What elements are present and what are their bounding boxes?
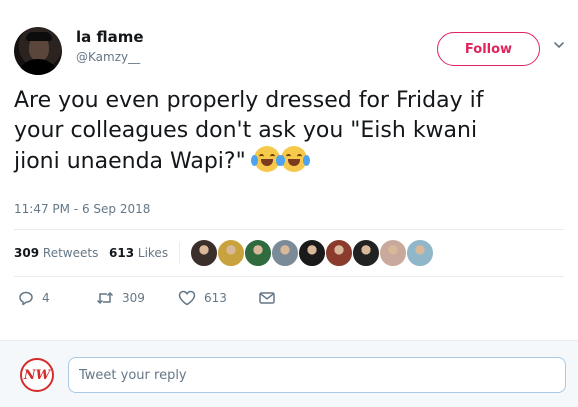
tweet-card: la flame @Kamzy__ Follow Are you even pr… xyxy=(0,0,578,340)
tweet-text: Are you even properly dressed for Friday… xyxy=(14,86,570,177)
heart-icon xyxy=(178,290,196,306)
retweets-label: Retweets xyxy=(42,246,99,260)
retweet-icon xyxy=(96,291,114,305)
likes-count: 613 xyxy=(109,246,135,260)
liker-avatar[interactable] xyxy=(190,239,218,267)
tweet-stats: 309 Retweets 613 Likes xyxy=(14,233,570,273)
liker-avatar[interactable] xyxy=(217,239,245,267)
envelope-icon xyxy=(259,292,275,304)
display-name[interactable]: la flame xyxy=(76,28,144,46)
user-avatar[interactable] xyxy=(14,27,62,75)
follow-button[interactable]: Follow xyxy=(437,32,540,66)
retweets-count: 309 xyxy=(14,246,40,260)
liker-avatar[interactable] xyxy=(271,239,299,267)
tweet-actions: 4 309 613 xyxy=(14,286,570,314)
tweet-text-line: jioni unaenda Wapi?" xyxy=(14,149,246,174)
tweet-text-line: Are you even properly dressed for Friday… xyxy=(14,88,484,113)
like-count: 613 xyxy=(204,291,227,305)
tweet-timestamp[interactable]: 11:47 PM - 6 Sep 2018 xyxy=(14,202,150,216)
divider xyxy=(14,229,564,230)
retweets-stat[interactable]: 309 Retweets xyxy=(14,246,98,260)
reply-input[interactable]: Tweet your reply xyxy=(68,357,566,393)
reply-count: 4 xyxy=(42,291,50,305)
tweet-text-line-with-emoji: jioni unaenda Wapi?" xyxy=(14,146,570,177)
like-action[interactable]: 613 xyxy=(178,286,227,310)
liker-avatar[interactable] xyxy=(298,239,326,267)
liker-avatar[interactable] xyxy=(352,239,380,267)
liker-avatar[interactable] xyxy=(244,239,272,267)
liker-avatar[interactable] xyxy=(406,239,434,267)
reply-icon xyxy=(19,291,33,306)
reply-action[interactable]: 4 xyxy=(18,286,50,310)
liker-avatar[interactable] xyxy=(325,239,353,267)
chevron-down-icon[interactable] xyxy=(553,39,565,51)
user-handle[interactable]: @Kamzy__ xyxy=(76,50,140,64)
reply-bar: NW Tweet your reply xyxy=(0,340,578,407)
tears-of-joy-emoji-icon xyxy=(250,146,283,172)
direct-message-action[interactable] xyxy=(258,286,284,310)
retweet-action[interactable]: 309 xyxy=(96,286,145,310)
tweet-header: la flame @Kamzy__ Follow xyxy=(14,24,564,76)
stats-separator xyxy=(179,242,180,264)
liker-avatar[interactable] xyxy=(379,239,407,267)
retweet-count: 309 xyxy=(122,291,145,305)
current-user-avatar[interactable]: NW xyxy=(20,358,54,392)
tweet-text-line: your colleagues don't ask you "Eish kwan… xyxy=(14,118,478,143)
divider xyxy=(14,276,564,277)
likes-stat[interactable]: 613 Likes xyxy=(109,246,168,260)
tears-of-joy-emoji-icon xyxy=(277,146,310,172)
likes-label: Likes xyxy=(137,246,169,260)
